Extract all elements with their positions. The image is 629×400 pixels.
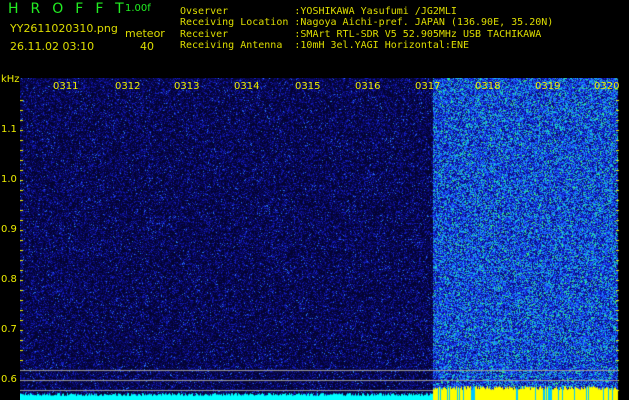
info-receiver: Receiver :SMArt RTL-SDR V5 52.905MHz USB… [180,29,541,40]
x-tick: 0319 [535,81,560,92]
x-tick: 0318 [475,81,500,92]
x-tick: 0314 [234,81,259,92]
x-tick: 0317 [415,81,440,92]
info-antenna: Receiving Antenna :10mH 3el.YAGI Horizon… [180,40,469,51]
x-tick: 0320 [594,81,619,92]
x-tick: 0312 [115,81,140,92]
y-tick: 0.6 [1,374,17,385]
spectrogram [20,78,620,400]
meteor-count: 40 [140,40,154,53]
meteor-label: meteor [125,27,165,40]
x-tick: 0313 [174,81,199,92]
y-axis-unit: kHz [1,74,20,85]
y-tick: 1.1 [1,124,17,135]
info-location: Receiving Location :Nagoya Aichi-pref. J… [180,17,553,28]
x-tick: 0315 [295,81,320,92]
x-tick: 0316 [355,81,380,92]
info-observer: Ovserver :YOSHIKAWA Yasufumi /JG2MLI [180,6,457,17]
timestamp: 26.11.02 03:10 [10,40,94,53]
y-tick: 1.0 [1,174,17,185]
y-tick: 0.9 [1,224,17,235]
file-name: YY2611020310.png [10,22,118,35]
version: 1.00f [125,3,151,14]
y-tick: 0.8 [1,274,17,285]
y-tick: 0.7 [1,324,17,335]
x-tick: 0311 [53,81,78,92]
app-title: HROFFT [8,1,136,17]
